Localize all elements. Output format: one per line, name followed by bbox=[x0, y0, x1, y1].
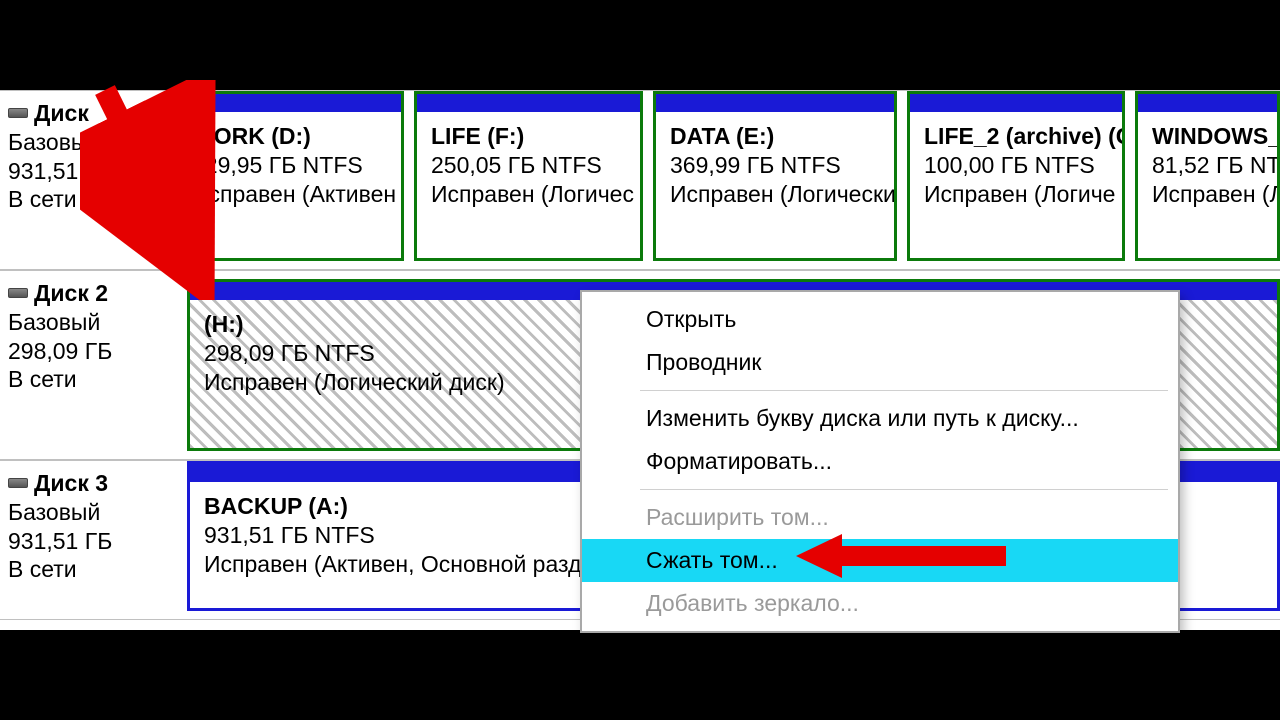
volume-work-d[interactable]: WORK (D:) 129,95 ГБ NTFS Исправен (Актив… bbox=[175, 91, 404, 261]
disk-0-title: Диск bbox=[34, 99, 89, 128]
disk-0-label[interactable]: Диск Базовый 931,51 ГБ В сети bbox=[0, 91, 175, 269]
disk-1-type: Базовый bbox=[8, 308, 179, 337]
menu-extend-volume: Расширить том... bbox=[582, 496, 1178, 539]
disk-2-title: Диск 3 bbox=[34, 469, 108, 498]
volume-size: 369,99 ГБ NTFS bbox=[670, 151, 884, 180]
volume-name: LIFE (F:) bbox=[431, 122, 630, 151]
disk-icon bbox=[8, 108, 28, 118]
disk-1-size: 298,09 ГБ bbox=[8, 337, 179, 366]
volume-size: 129,95 ГБ NTFS bbox=[192, 151, 391, 180]
volume-windows[interactable]: WINDOWS_ 81,52 ГБ NTF Исправен (Л bbox=[1135, 91, 1280, 261]
volume-state: Исправен (Активен bbox=[192, 180, 391, 209]
disk-management-view: Диск Базовый 931,51 ГБ В сети WORK (D:) … bbox=[0, 90, 1280, 630]
disk-0-status: В сети bbox=[8, 185, 167, 214]
volume-name: WORK (D:) bbox=[192, 122, 391, 151]
disk-0-volumes: WORK (D:) 129,95 ГБ NTFS Исправен (Актив… bbox=[175, 91, 1280, 269]
volume-cap bbox=[910, 94, 1122, 112]
menu-add-mirror: Добавить зеркало... bbox=[582, 582, 1178, 625]
menu-shrink-volume[interactable]: Сжать том... bbox=[582, 539, 1178, 582]
disk-icon bbox=[8, 288, 28, 298]
volume-state: Исправен (Логически bbox=[670, 180, 884, 209]
disk-0-type: Базовый bbox=[8, 128, 167, 157]
volume-state: Исправен (Л bbox=[1152, 180, 1267, 209]
volume-size: 100,00 ГБ NTFS bbox=[924, 151, 1112, 180]
disk-0-size: 931,51 ГБ bbox=[8, 157, 167, 186]
volume-name: WINDOWS_ bbox=[1152, 122, 1267, 151]
disk-1-label[interactable]: Диск 2 Базовый 298,09 ГБ В сети bbox=[0, 271, 187, 459]
volume-size: 81,52 ГБ NTF bbox=[1152, 151, 1267, 180]
volume-cap bbox=[417, 94, 640, 112]
volume-name: DATA (E:) bbox=[670, 122, 884, 151]
volume-life-f[interactable]: LIFE (F:) 250,05 ГБ NTFS Исправен (Логич… bbox=[414, 91, 643, 261]
volume-cap bbox=[656, 94, 894, 112]
disk-row-0: Диск Базовый 931,51 ГБ В сети WORK (D:) … bbox=[0, 90, 1280, 270]
volume-state: Исправен (Логичес bbox=[431, 180, 630, 209]
volume-cap bbox=[1138, 94, 1277, 112]
menu-change-letter[interactable]: Изменить букву диска или путь к диску... bbox=[582, 397, 1178, 440]
disk-2-status: В сети bbox=[8, 555, 179, 584]
menu-open[interactable]: Открыть bbox=[582, 298, 1178, 341]
volume-state: Исправен (Логиче bbox=[924, 180, 1112, 209]
menu-separator bbox=[640, 390, 1168, 391]
volume-cap bbox=[178, 94, 401, 112]
disk-1-title: Диск 2 bbox=[34, 279, 108, 308]
volume-size: 250,05 ГБ NTFS bbox=[431, 151, 630, 180]
disk-2-type: Базовый bbox=[8, 498, 179, 527]
disk-2-label[interactable]: Диск 3 Базовый 931,51 ГБ В сети bbox=[0, 461, 187, 619]
context-menu: Открыть Проводник Изменить букву диска и… bbox=[580, 290, 1180, 633]
menu-separator bbox=[640, 489, 1168, 490]
volume-data-e[interactable]: DATA (E:) 369,99 ГБ NTFS Исправен (Логич… bbox=[653, 91, 897, 261]
menu-explorer[interactable]: Проводник bbox=[582, 341, 1178, 384]
volume-life2-g[interactable]: LIFE_2 (archive) (G 100,00 ГБ NTFS Испра… bbox=[907, 91, 1125, 261]
volume-name: LIFE_2 (archive) (G bbox=[924, 122, 1112, 151]
disk-icon bbox=[8, 478, 28, 488]
menu-format[interactable]: Форматировать... bbox=[582, 440, 1178, 483]
disk-2-size: 931,51 ГБ bbox=[8, 527, 179, 556]
disk-1-status: В сети bbox=[8, 365, 179, 394]
